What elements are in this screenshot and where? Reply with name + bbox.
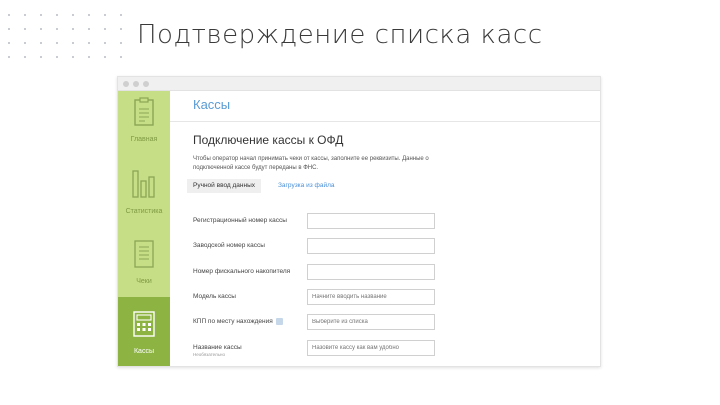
- field-label: Модель кассы: [193, 293, 236, 300]
- field-row-serial-number: Заводской номер кассы: [193, 238, 443, 254]
- sidebar-item-label: Статистика: [125, 208, 163, 215]
- bar-chart-icon: [132, 170, 155, 198]
- page-header: Кассы: [170, 91, 600, 122]
- sidebar-item-label: Кассы: [133, 348, 154, 355]
- section-description: Чтобы оператор начал принимать чеки от к…: [193, 156, 429, 171]
- sidebar: Главная Статистика Чеки Кассы: [118, 91, 170, 366]
- page-title: Кассы: [193, 97, 231, 112]
- register-name-input[interactable]: [307, 340, 435, 356]
- sidebar-item-statistics[interactable]: Статистика: [118, 161, 170, 231]
- field-label: КПП по месту нахождения: [193, 318, 283, 325]
- field-label: Номер фискального накопителя: [193, 268, 291, 275]
- tab-file-upload[interactable]: Загрузка из файла: [272, 179, 341, 193]
- receipt-icon: [134, 240, 154, 268]
- input-mode-tabs: Ручной ввод данных Загрузка из файла: [187, 179, 600, 193]
- field-label: Название кассы: [193, 344, 242, 351]
- app-window-screenshot: Главная Статистика Чеки Кассы Кассы Подк…: [117, 76, 601, 367]
- kpp-select[interactable]: [307, 314, 435, 330]
- registration-number-input[interactable]: [307, 213, 435, 229]
- info-icon[interactable]: [275, 318, 283, 325]
- field-row-kpp: КПП по месту нахождения: [193, 314, 443, 330]
- form-section: Подключение кассы к ОФД Чтобы оператор н…: [170, 122, 600, 193]
- field-row-register-name: Название кассы Необязательно: [193, 340, 443, 357]
- sidebar-item-label: Главная: [130, 136, 158, 143]
- window-dot-icon: [123, 81, 129, 87]
- serial-number-input[interactable]: [307, 238, 435, 254]
- field-label: Заводской номер кассы: [193, 242, 265, 249]
- main-content: Кассы Подключение кассы к ОФД Чтобы опер…: [170, 91, 600, 366]
- window-titlebar: [118, 77, 600, 91]
- field-label-text: КПП по месту нахождения: [193, 318, 273, 326]
- field-row-model: Модель кассы: [193, 289, 443, 305]
- field-label: Регистрационный номер кассы: [193, 217, 287, 224]
- sidebar-item-label: Чеки: [136, 278, 152, 285]
- tab-manual-entry[interactable]: Ручной ввод данных: [187, 179, 262, 193]
- field-row-registration-number: Регистрационный номер кассы: [193, 213, 443, 229]
- sidebar-item-receipts[interactable]: Чеки: [118, 231, 170, 297]
- sidebar-item-cash-registers[interactable]: Кассы: [118, 297, 170, 366]
- decorative-dot-grid: [0, 12, 125, 62]
- fiscal-drive-input[interactable]: [307, 264, 435, 280]
- cash-register-icon: [133, 311, 155, 337]
- window-dot-icon: [143, 81, 149, 87]
- slide-title: Подтверждение списка касс: [137, 20, 543, 50]
- field-sublabel: Необязательно: [193, 352, 225, 357]
- clipboard-icon: [134, 97, 154, 126]
- section-title: Подключение кассы к ОФД: [193, 133, 344, 147]
- sidebar-item-home[interactable]: Главная: [118, 91, 170, 161]
- model-input[interactable]: [307, 289, 435, 305]
- field-row-fiscal-drive: Номер фискального накопителя: [193, 264, 443, 280]
- window-dot-icon: [133, 81, 139, 87]
